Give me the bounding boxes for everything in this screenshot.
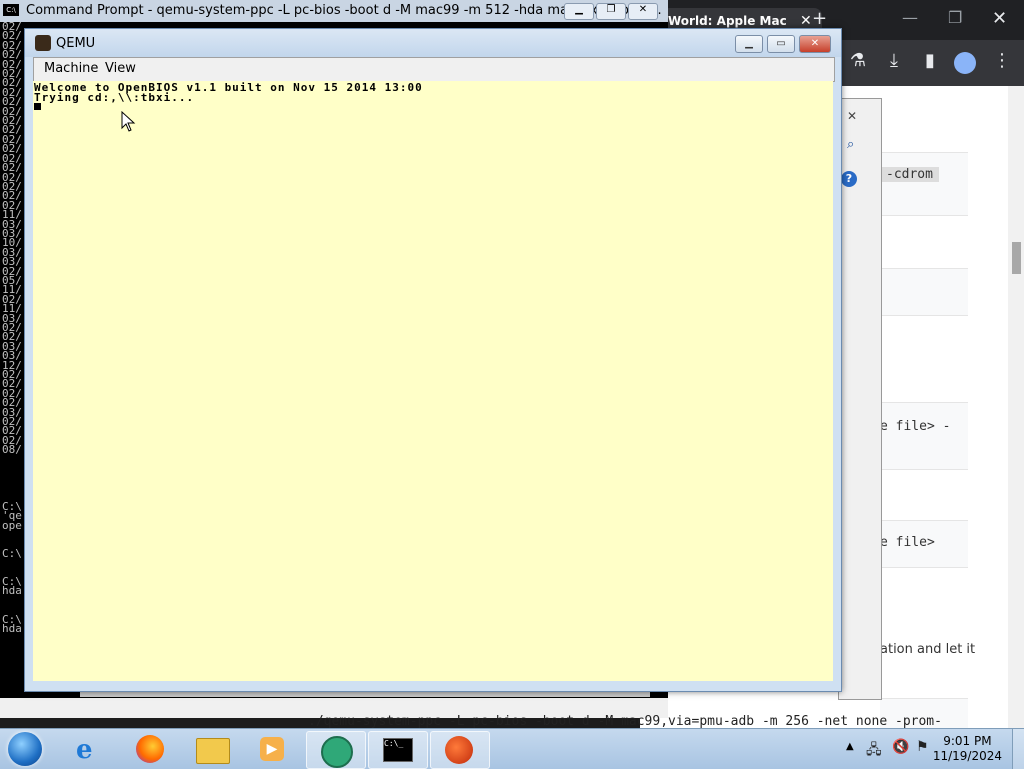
- qemu-title: QEMU: [56, 36, 96, 51]
- scrollbar-thumb[interactable]: [1012, 242, 1021, 274]
- qemu-icon: [445, 736, 473, 764]
- taskbar-firefox[interactable]: [122, 731, 180, 767]
- cmd-icon: C:\_: [383, 738, 413, 762]
- cmd-close-button[interactable]: ✕: [628, 3, 658, 20]
- qemu-maximize-button[interactable]: ▭: [767, 35, 795, 53]
- qemu-window: QEMU ▁ ▭ ✕ Machine View Welcome to OpenB…: [24, 28, 842, 692]
- taskbar: e ▶ C:\_ ▲ 🖧 🔇 ⚑ 9:01 PM 11/19/2024: [0, 728, 1024, 769]
- help-dialog: ✕ ⌕ ?: [838, 98, 882, 700]
- windows-orb-icon: [8, 732, 42, 766]
- help-icon[interactable]: ?: [841, 171, 857, 187]
- qemu-guest-screen[interactable]: Welcome to OpenBIOS v1.1 built on Nov 15…: [33, 81, 833, 681]
- qemu-minimize-button[interactable]: ▁: [735, 35, 763, 53]
- code-text: e file> -: [880, 419, 951, 434]
- clock[interactable]: 9:01 PM 11/19/2024: [933, 734, 1002, 764]
- taskbar-app-active[interactable]: [306, 731, 366, 769]
- ie-icon: e: [76, 735, 93, 765]
- tray-expand-icon[interactable]: ▲: [846, 741, 854, 752]
- dialog-close-icon[interactable]: ✕: [847, 109, 857, 123]
- clock-time: 9:01 PM: [943, 734, 992, 748]
- code-block: e file>: [880, 520, 968, 568]
- code-block: [880, 268, 968, 316]
- code-block: -cdrom: [880, 152, 968, 216]
- menu-view[interactable]: View: [105, 61, 136, 76]
- paragraph-text: ation and let it: [880, 642, 976, 657]
- qemu-menubar: Machine View: [33, 57, 835, 82]
- text-cursor: [34, 103, 41, 110]
- cmd-output: 02/02/02/02/02/02/02/02/02/02/02/02/02/0…: [2, 22, 22, 635]
- labs-icon[interactable]: ⚗: [846, 50, 870, 71]
- clock-date: 11/19/2024: [932, 749, 1002, 763]
- qemu-app-icon: [35, 35, 51, 51]
- taskbar-cmd[interactable]: C:\_: [368, 731, 428, 769]
- profile-avatar[interactable]: [954, 52, 976, 74]
- browser-scrollbar[interactable]: [1008, 86, 1024, 728]
- taskbar-ie[interactable]: e: [60, 731, 118, 767]
- code-text: -cdrom: [880, 167, 939, 182]
- app-icon: [321, 736, 353, 768]
- search-icon[interactable]: ⌕: [847, 137, 854, 152]
- cmd-restore-button[interactable]: ❐: [596, 3, 626, 20]
- start-button[interactable]: [4, 729, 46, 769]
- firefox-icon: [136, 735, 164, 763]
- code-block: e file> -: [880, 402, 968, 470]
- restore-icon[interactable]: ❐: [948, 8, 962, 27]
- network-icon[interactable]: 🖧: [866, 739, 882, 763]
- cmd-titlebar[interactable]: C:\ Command Prompt - qemu-system-ppc -L …: [0, 0, 668, 22]
- media-player-icon: ▶: [260, 737, 284, 761]
- cmd-line: hda: [2, 622, 22, 635]
- browser-code-line: ./qemu-system-ppc -L pc-bios -boot d -M …: [308, 714, 942, 729]
- taskbar-explorer[interactable]: [184, 731, 242, 767]
- new-tab-button[interactable]: +: [812, 8, 827, 29]
- menu-kebab-icon[interactable]: ⋮: [990, 50, 1014, 71]
- qemu-close-button[interactable]: ✕: [799, 35, 831, 53]
- download-icon[interactable]: ⤓: [882, 50, 906, 71]
- show-desktop-button[interactable]: [1012, 729, 1024, 769]
- cmd-minimize-button[interactable]: ▁: [564, 3, 594, 20]
- folder-icon: [196, 738, 230, 764]
- volume-muted-icon[interactable]: 🔇: [892, 739, 909, 755]
- action-center-flag-icon[interactable]: ⚑: [916, 739, 929, 755]
- close-icon[interactable]: ✕: [992, 8, 1007, 29]
- qemu-titlebar[interactable]: QEMU ▁ ▭ ✕: [25, 29, 841, 57]
- code-text: e file>: [880, 535, 935, 550]
- taskbar-qemu[interactable]: [430, 731, 490, 769]
- taskbar-media-player[interactable]: ▶: [244, 731, 302, 767]
- mouse-pointer-icon: [121, 111, 136, 132]
- menu-machine[interactable]: Machine: [44, 61, 98, 76]
- cmd-app-icon: C:\: [3, 4, 19, 16]
- bios-line: Trying cd:,\\:tbxi...: [34, 91, 195, 104]
- browser-content: -cdrom e file> - e file> ation and let i…: [880, 86, 1024, 728]
- minimize-icon[interactable]: —: [902, 8, 918, 27]
- sidepanel-icon[interactable]: ▮: [918, 50, 942, 71]
